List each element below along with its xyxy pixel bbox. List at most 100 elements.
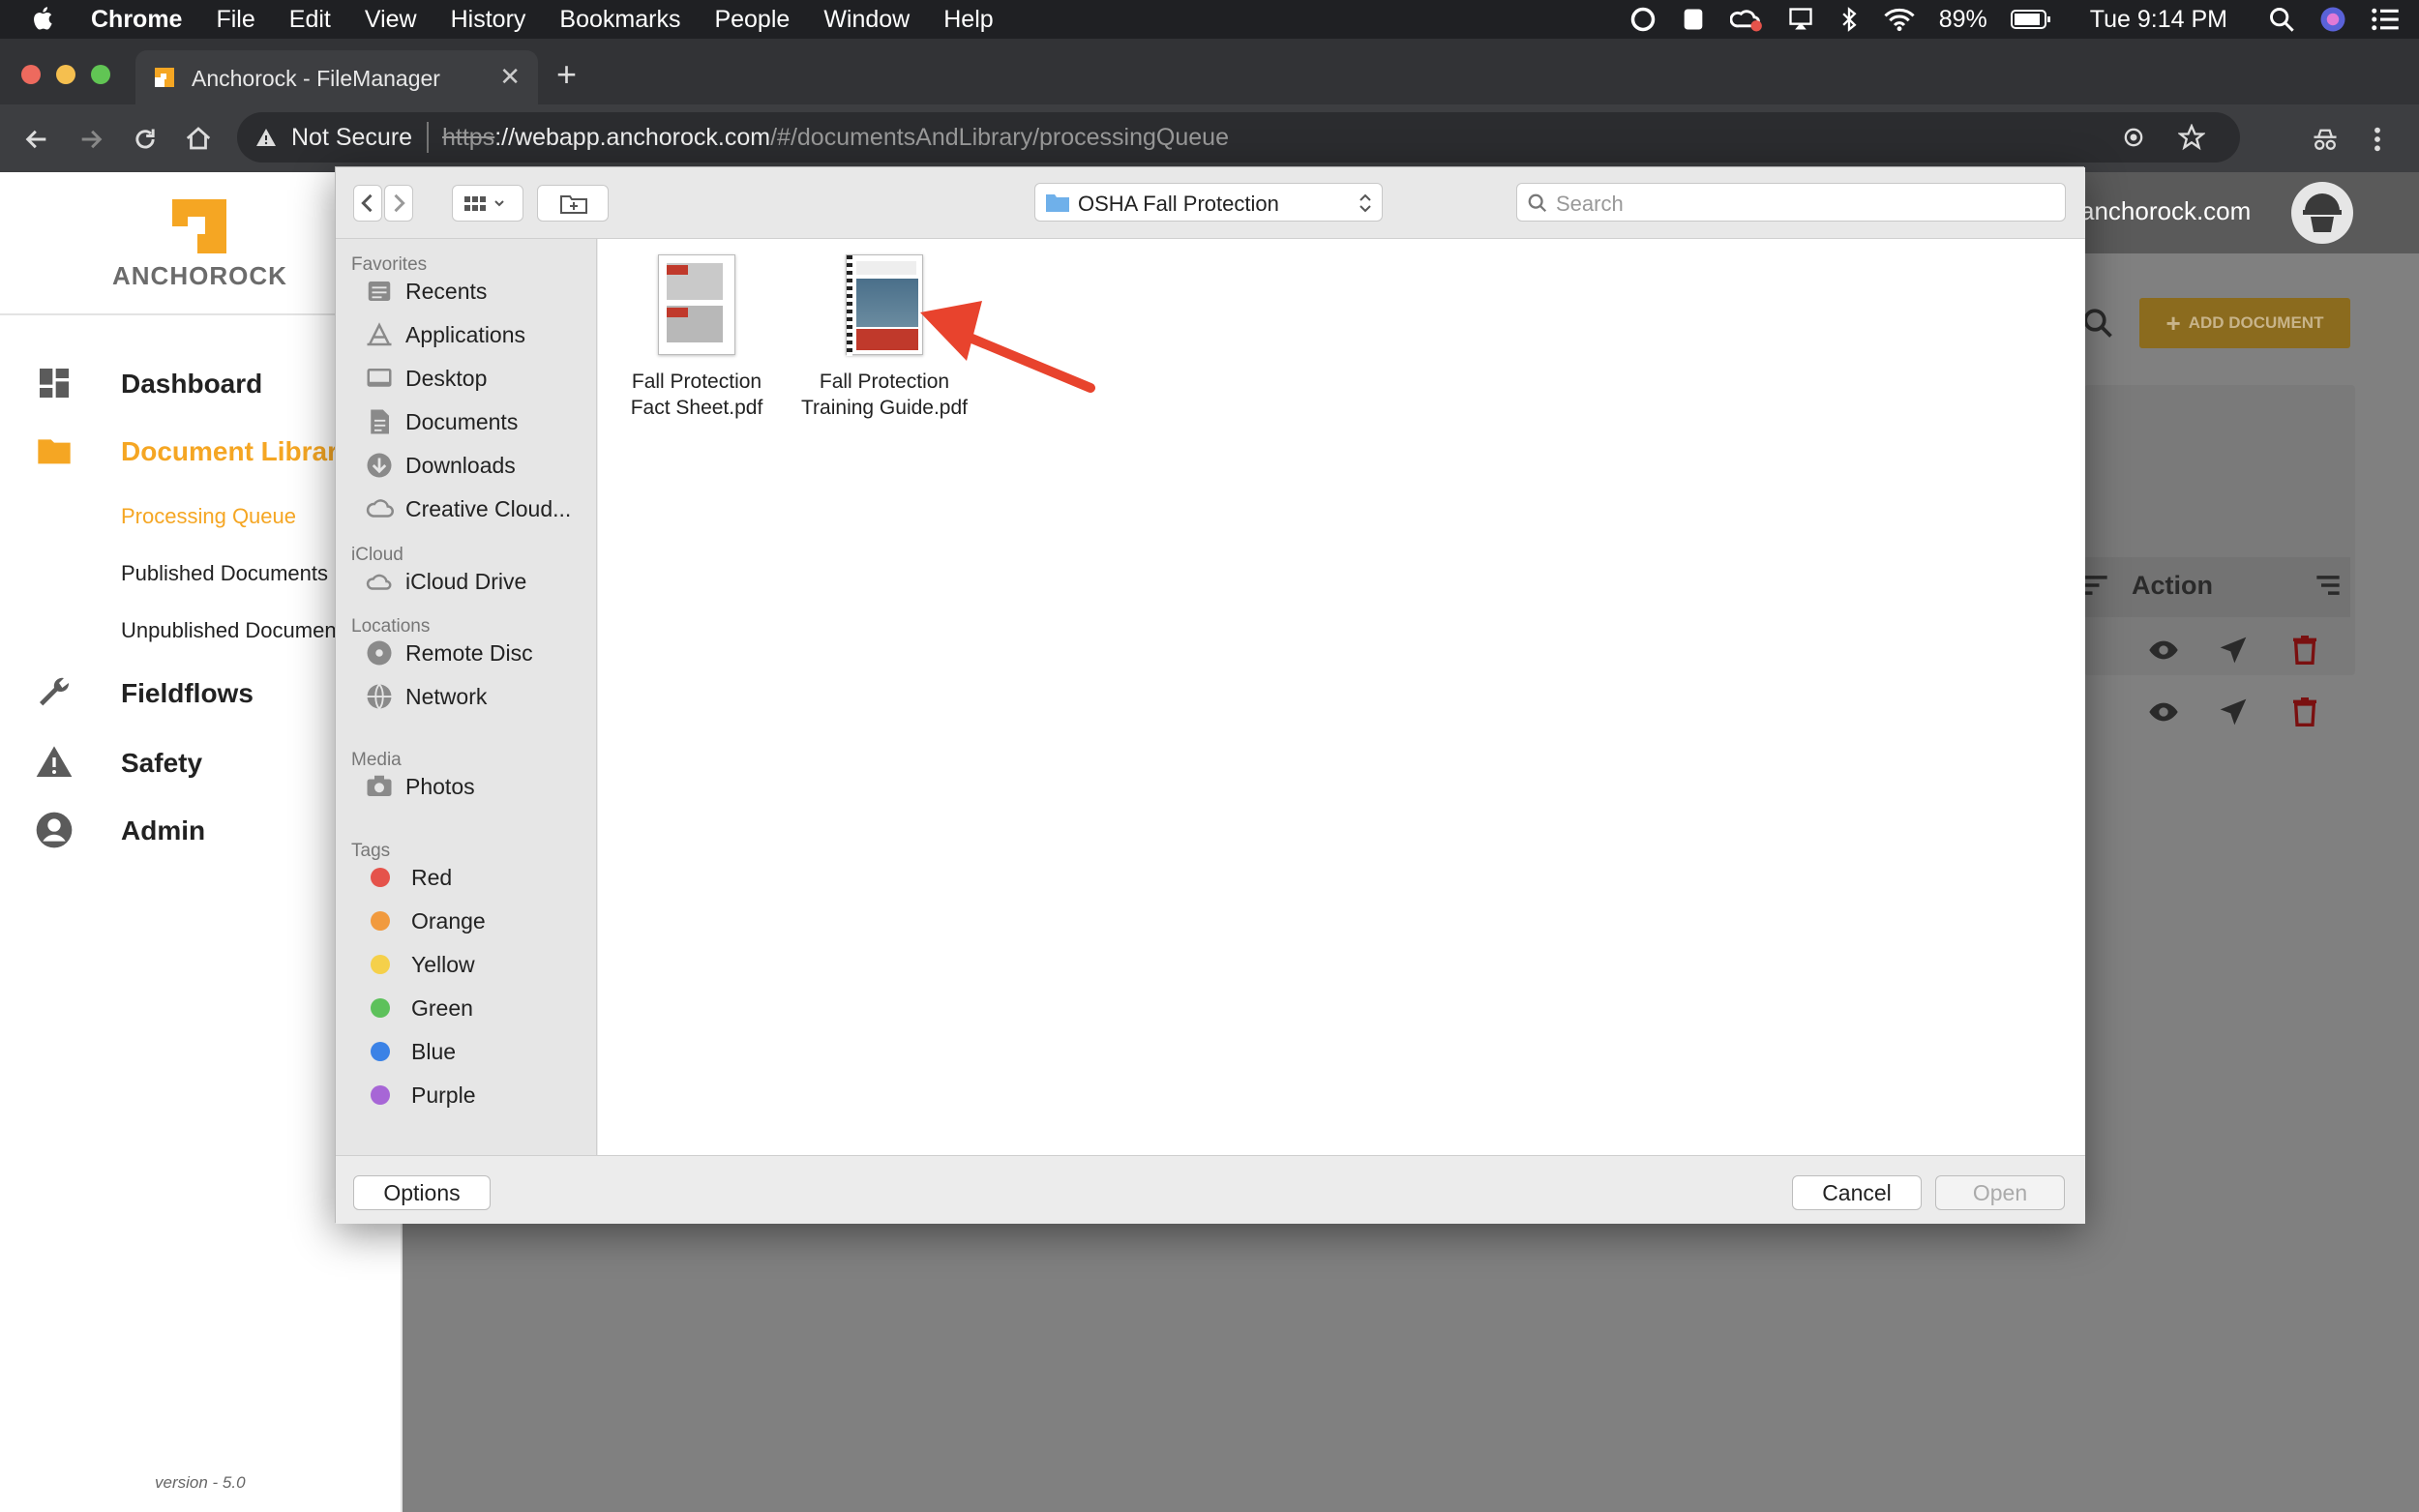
tag-label: Green <box>411 994 473 1021</box>
options-button[interactable]: Options <box>353 1175 491 1210</box>
delete-icon[interactable] <box>2289 635 2320 666</box>
account-circle-icon[interactable] <box>35 811 74 849</box>
send-icon[interactable] <box>2218 635 2249 666</box>
filter-icon[interactable] <box>2314 574 2342 597</box>
window-minimize-button[interactable] <box>56 65 75 84</box>
sidebar-item-recents[interactable]: Recents <box>365 274 487 309</box>
folder-icon[interactable] <box>35 431 74 470</box>
omnibox-divider <box>427 122 429 153</box>
view-mode-button[interactable] <box>452 185 523 222</box>
spotlight-search-icon[interactable] <box>2268 6 2295 33</box>
browser-tab[interactable]: Anchorock - FileManager ✕ <box>135 50 538 104</box>
dialog-search-field[interactable]: Search <box>1516 183 2066 222</box>
globe-icon <box>367 683 392 710</box>
menu-window[interactable]: Window <box>823 6 910 34</box>
security-label[interactable]: Not Secure <box>291 124 412 152</box>
nav-dashboard[interactable]: Dashboard <box>121 369 262 400</box>
dashboard-icon[interactable] <box>35 364 74 402</box>
sidebar-item-applications[interactable]: Applications <box>365 317 525 352</box>
sidebar-item-icloud-drive[interactable]: iCloud Drive <box>365 564 526 599</box>
sidebar-item-creative-cloud[interactable]: Creative Cloud... <box>365 491 571 526</box>
menu-view[interactable]: View <box>365 6 417 34</box>
view-eye-icon[interactable] <box>2148 635 2179 666</box>
bluetooth-icon[interactable] <box>1838 6 1860 33</box>
open-button[interactable]: Open <box>1935 1175 2065 1210</box>
wrench-icon[interactable] <box>35 673 74 712</box>
menu-file[interactable]: File <box>216 6 254 34</box>
wifi-icon[interactable] <box>1883 6 1916 33</box>
dialog-forward-button[interactable] <box>384 185 413 222</box>
creative-cloud-icon <box>366 499 394 518</box>
battery-icon[interactable] <box>2010 8 2051 31</box>
sidebar-tag-green[interactable]: Green <box>365 991 473 1025</box>
sidebar-item-network[interactable]: Network <box>365 679 487 714</box>
apple-menu-icon[interactable] <box>29 4 58 33</box>
sidebar-item-photos[interactable]: Photos <box>365 769 475 804</box>
location-icon[interactable] <box>2120 124 2147 151</box>
cancel-button[interactable]: Cancel <box>1792 1175 1922 1210</box>
notification-center-icon[interactable] <box>2371 7 2400 32</box>
menu-history[interactable]: History <box>451 6 526 34</box>
downloads-icon <box>367 453 392 478</box>
table-search-icon[interactable] <box>2080 306 2115 341</box>
window-close-button[interactable] <box>21 65 41 84</box>
new-tab-button[interactable]: + <box>556 54 577 95</box>
home-icon[interactable] <box>184 124 213 153</box>
notes-icon[interactable] <box>1680 6 1707 33</box>
sidebar-tag-yellow[interactable]: Yellow <box>365 947 475 982</box>
menu-people[interactable]: People <box>714 6 790 34</box>
sidebar-item-desktop[interactable]: Desktop <box>365 361 487 396</box>
nav-processing-queue[interactable]: Processing Queue <box>121 504 296 529</box>
menu-help[interactable]: Help <box>943 6 993 34</box>
nav-safety[interactable]: Safety <box>121 748 202 779</box>
sidebar-tag-blue[interactable]: Blue <box>365 1034 456 1069</box>
delete-icon[interactable] <box>2289 697 2320 727</box>
reload-icon[interactable] <box>132 126 159 153</box>
sidebar-tag-orange[interactable]: Orange <box>365 904 486 938</box>
red-annotation-arrow <box>920 301 1095 393</box>
nav-fieldflows[interactable]: Fieldflows <box>121 678 254 709</box>
airplay-icon[interactable] <box>1786 6 1815 33</box>
nav-published-documents[interactable]: Published Documents <box>121 561 328 586</box>
menu-edit[interactable]: Edit <box>289 6 331 34</box>
add-document-button[interactable]: + ADD DOCUMENT <box>2139 298 2350 348</box>
bookmark-star-icon[interactable] <box>2178 124 2205 151</box>
warning-triangle-icon[interactable] <box>35 743 74 782</box>
sidebar-tag-purple[interactable]: Purple <box>365 1078 475 1112</box>
back-icon[interactable] <box>23 126 50 153</box>
user-avatar[interactable] <box>2291 182 2353 244</box>
sidebar-tag-red[interactable]: Red <box>365 860 452 895</box>
dialog-back-button[interactable] <box>353 185 382 222</box>
view-eye-icon[interactable] <box>2148 697 2179 727</box>
forward-icon[interactable] <box>77 126 105 153</box>
desktop-icon <box>367 369 392 387</box>
sort-icon[interactable] <box>2082 574 2109 597</box>
url-text[interactable]: https://webapp.anchorock.com/#/documents… <box>442 124 1229 152</box>
warning-icon[interactable] <box>254 126 278 149</box>
new-folder-button[interactable] <box>537 185 609 222</box>
sidebar-item-remote-disc[interactable]: Remote Disc <box>365 636 533 670</box>
creative-cloud-icon[interactable] <box>1729 6 1763 33</box>
file-item[interactable]: Fall Protection Fact Sheet.pdf <box>600 254 793 429</box>
sidebar-item-documents[interactable]: Documents <box>365 404 518 439</box>
menubar-clock[interactable]: Tue 9:14 PM <box>2090 6 2227 34</box>
menu-app-name[interactable]: Chrome <box>91 6 182 34</box>
folder-path-popup[interactable]: OSHA Fall Protection <box>1034 183 1383 222</box>
window-zoom-button[interactable] <box>91 65 110 84</box>
address-bar[interactable]: Not Secure https://webapp.anchorock.com/… <box>237 112 2240 163</box>
status-app-icon[interactable] <box>1629 6 1657 33</box>
nav-admin[interactable]: Admin <box>121 815 205 846</box>
siri-icon[interactable] <box>2318 5 2347 34</box>
sidebar-item-downloads[interactable]: Downloads <box>365 448 516 483</box>
nav-unpublished-documents[interactable]: Unpublished Documen <box>121 618 337 643</box>
incognito-icon[interactable] <box>2311 126 2340 153</box>
pdf-thumbnail <box>658 254 735 355</box>
new-folder-icon <box>560 195 587 214</box>
sidebar-item-label: iCloud Drive <box>405 568 527 594</box>
locations-header: Locations <box>351 616 431 637</box>
send-icon[interactable] <box>2218 697 2249 727</box>
tab-close-icon[interactable]: ✕ <box>499 62 521 92</box>
nav-document-library[interactable]: Document Library <box>121 436 353 467</box>
chrome-menu-icon[interactable] <box>2371 126 2384 153</box>
menu-bookmarks[interactable]: Bookmarks <box>559 6 680 34</box>
